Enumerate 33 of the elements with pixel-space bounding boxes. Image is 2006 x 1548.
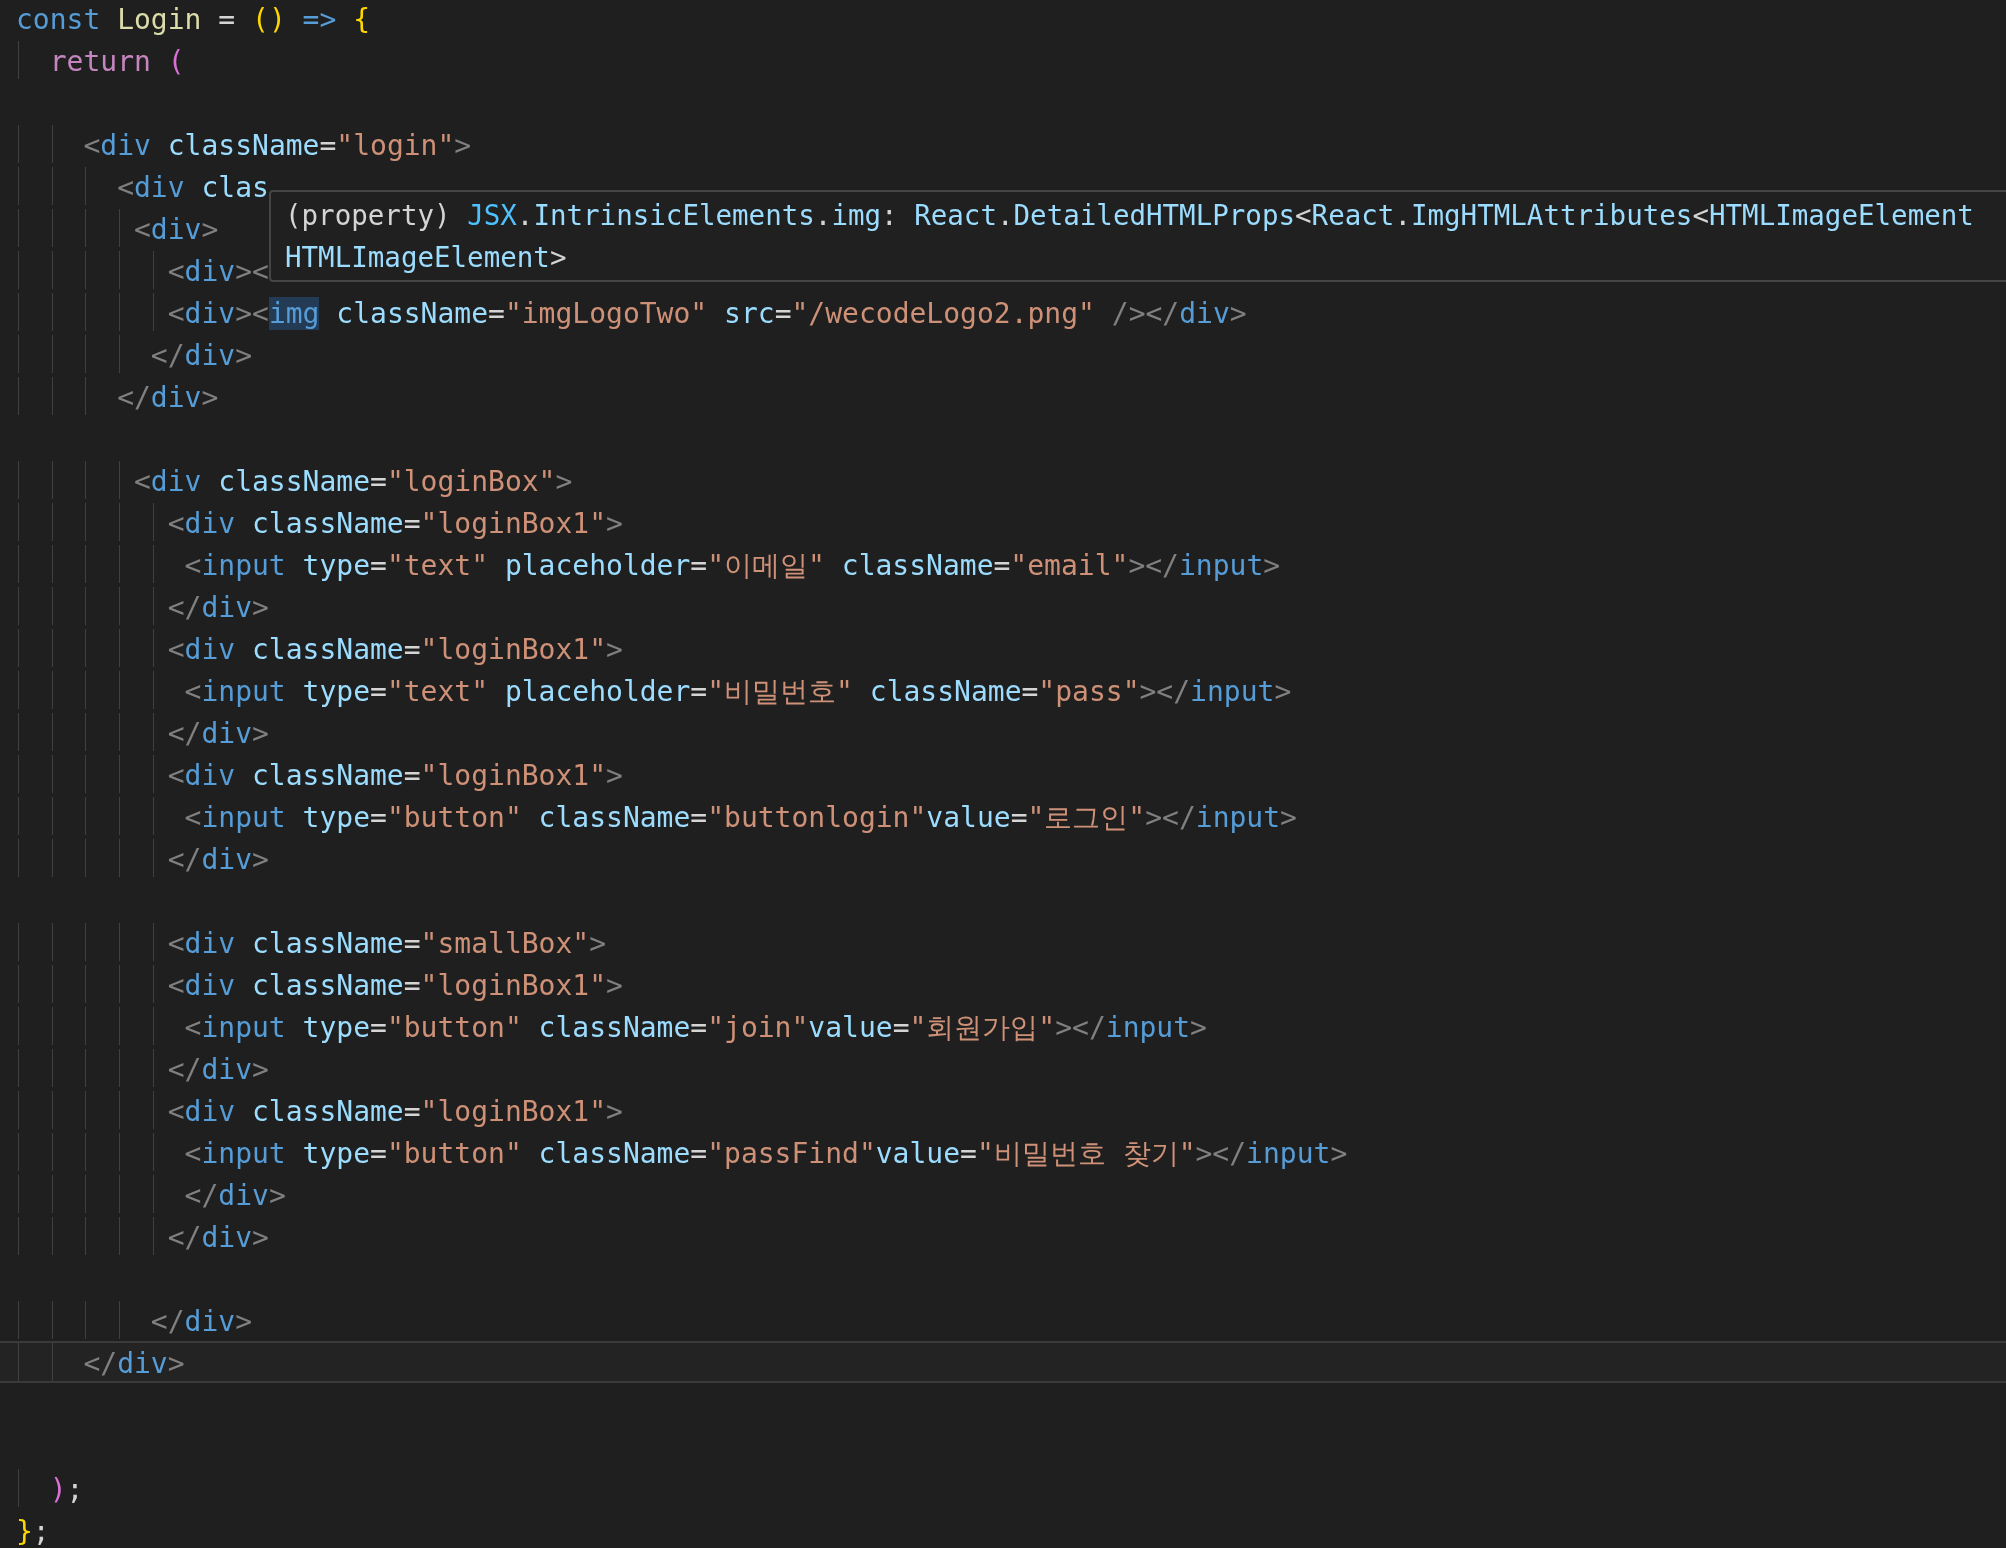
code-line: <div className="loginBox"> <box>133 464 573 500</box>
code-line: <div className="loginBox1"> <box>166 758 623 794</box>
code-line: const Login = () => { <box>16 2 371 38</box>
code-line: </div> <box>166 716 269 752</box>
code-line: <div className="loginBox1"> <box>166 632 623 668</box>
code-line: </div> <box>149 338 252 374</box>
code-line: <div>< <box>166 254 269 290</box>
tooltip-text: HTMLImageElement> <box>285 240 568 275</box>
code-line: </div> <box>166 1052 269 1088</box>
code-line: ); <box>48 1472 84 1508</box>
code-line: <div className="loginBox1"> <box>166 506 623 542</box>
code-line: </div> <box>149 1304 252 1340</box>
code-line: <div className="login"> <box>82 128 472 164</box>
code-line: <input type="button" className="join"value="회원가입"></input> <box>183 1010 1207 1046</box>
code-line: <div className="loginBox1"> <box>166 1094 623 1130</box>
code-line: <input type="button" className="buttonlogin"value="로그인"></input> <box>183 800 1297 836</box>
code-line: <input type="button" className="passFind"value="비밀번호 찾기"></input> <box>183 1136 1348 1172</box>
code-line: <input type="text" placeholder="이메일" className="email"></input> <box>183 548 1281 584</box>
code-line: }; <box>16 1514 50 1548</box>
code-line: <div className="smallBox"> <box>166 926 607 962</box>
tooltip-text: (property) JSX.IntrinsicElements.img: React.DetailedHTMLProps<React.ImgHTMLAttributes<HTMLImageElement <box>285 198 1975 233</box>
code-line: </div> <box>183 1178 286 1214</box>
code-line: </div> <box>116 380 219 416</box>
code-line: </div> <box>82 1346 185 1382</box>
code-line: </div> <box>166 842 269 878</box>
code-line: return ( <box>48 44 185 80</box>
code-line: </div> <box>166 1220 269 1256</box>
code-line: <input type="text" placeholder="비밀번호" className="pass"></input> <box>183 674 1292 710</box>
code-line: <div> <box>133 212 219 248</box>
code-line: <div><img className="imgLogoTwo" src="/wecodeLogo2.png" /></div> <box>166 296 1247 332</box>
code-line: <div clas <box>116 170 269 206</box>
code-line: <div className="loginBox1"> <box>166 968 623 1004</box>
code-line: </div> <box>166 590 269 626</box>
